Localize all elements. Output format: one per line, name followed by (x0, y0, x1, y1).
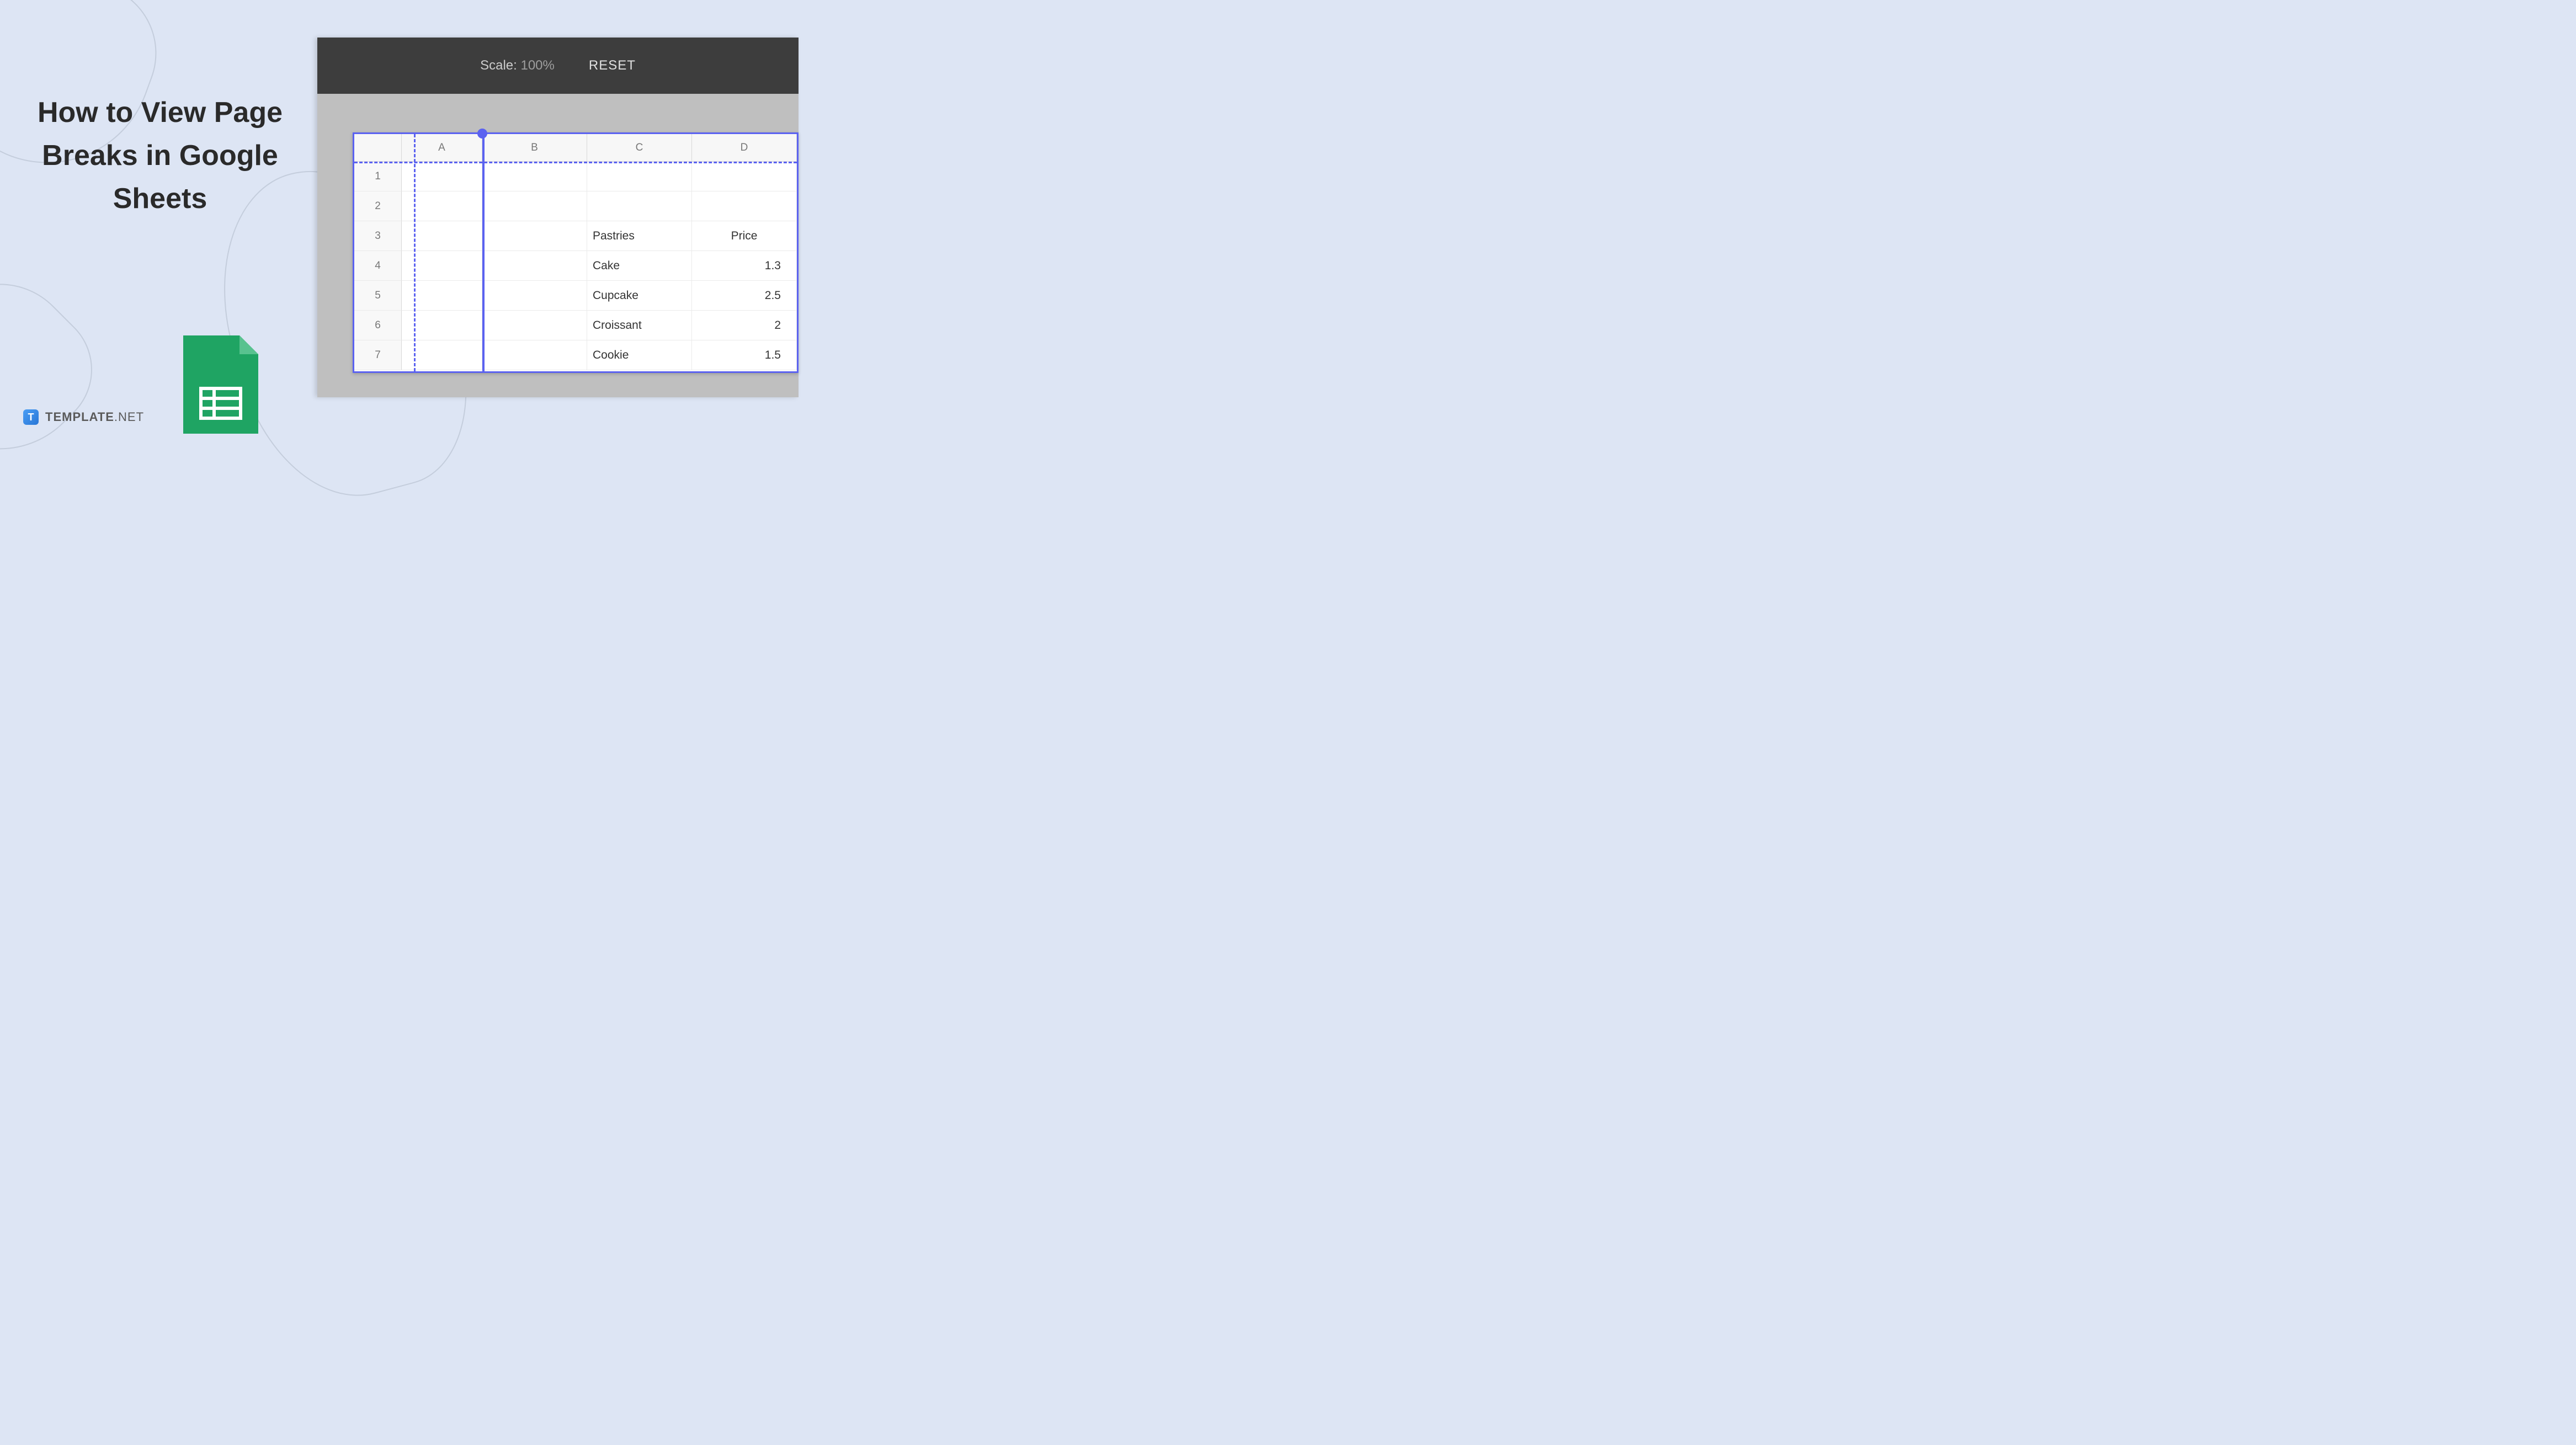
cell-d7: 1.5 (692, 340, 797, 370)
row-header-2: 2 (354, 191, 402, 221)
cell-d1 (692, 162, 797, 191)
page-break-vertical-dashed[interactable] (414, 134, 416, 371)
scale-label: Scale: (480, 58, 517, 73)
row-header-3: 3 (354, 221, 402, 251)
template-logo-icon: T (23, 409, 39, 425)
corner-cell (354, 134, 402, 162)
row-header-5: 5 (354, 281, 402, 311)
cell-c3: Pastries (587, 221, 692, 251)
page-break-horizontal[interactable] (354, 371, 797, 373)
cell-b1 (482, 162, 587, 191)
col-header-d: D (692, 134, 797, 162)
row-header-4: 4 (354, 251, 402, 281)
print-toolbar: Scale: 100% RESET (317, 38, 799, 94)
cell-c6: Croissant (587, 311, 692, 340)
cell-b4 (482, 251, 587, 281)
cell-b6 (482, 311, 587, 340)
cell-d3: Price (692, 221, 797, 251)
cell-b2 (482, 191, 587, 221)
screenshot-preview: Scale: 100% RESET A B C D 1 2 3 Pastries (317, 38, 799, 397)
brand-suffix: .NET (114, 410, 144, 424)
page-break-handle[interactable] (477, 129, 487, 138)
page-break-vertical-solid[interactable] (482, 134, 485, 371)
page-break-horizontal[interactable] (354, 162, 797, 163)
scale-value: 100% (520, 58, 554, 73)
template-logo-text: TEMPLATE.NET (45, 410, 144, 424)
col-header-c: C (587, 134, 692, 162)
cell-d6: 2 (692, 311, 797, 340)
cell-c1 (587, 162, 692, 191)
cell-b5 (482, 281, 587, 311)
cell-c4: Cake (587, 251, 692, 281)
cell-c7: Cookie (587, 340, 692, 370)
cell-c2 (587, 191, 692, 221)
brand-name: TEMPLATE (45, 410, 114, 424)
row-header-7: 7 (354, 340, 402, 370)
cell-d5: 2.5 (692, 281, 797, 311)
page-title: How to View Page Breaks in Google Sheets (30, 91, 290, 220)
spreadsheet-preview: A B C D 1 2 3 Pastries Price 4 Cake 1.3 (353, 132, 799, 373)
decorative-shape (0, 253, 117, 487)
cell-d2 (692, 191, 797, 221)
row-header-1: 1 (354, 162, 402, 191)
cell-c5: Cupcake (587, 281, 692, 311)
scale-indicator: Scale: 100% (480, 58, 555, 73)
cell-d4: 1.3 (692, 251, 797, 281)
row-header-6: 6 (354, 311, 402, 340)
col-header-b: B (482, 134, 587, 162)
template-logo: T TEMPLATE.NET (23, 409, 144, 425)
google-sheets-icon (183, 335, 258, 434)
cell-b3 (482, 221, 587, 251)
reset-button[interactable]: RESET (589, 58, 636, 73)
cell-b7 (482, 340, 587, 370)
